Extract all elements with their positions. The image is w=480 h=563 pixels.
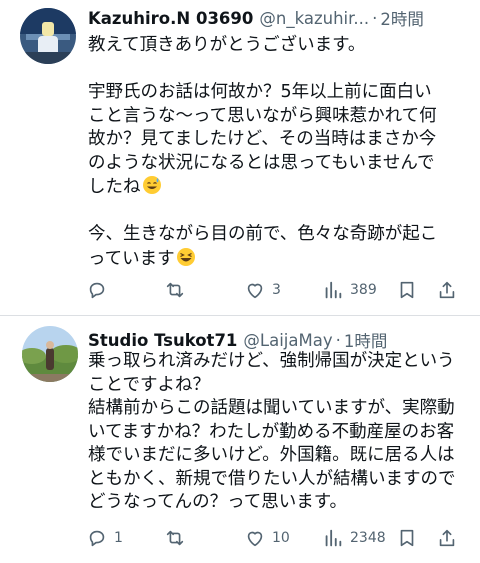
share-button[interactable] xyxy=(436,276,458,304)
like-button[interactable]: 3 xyxy=(244,276,281,304)
avatar[interactable] xyxy=(20,8,76,64)
tweet-text: 乗っ取られ済みだけど、強制帰国が決定という ことですよね？ 結構前からこの話題は… xyxy=(88,350,468,515)
text-line: 故か？見てましたけど、その当時はまさか今 xyxy=(88,129,437,149)
views-button[interactable]: 389 xyxy=(322,276,377,304)
retweet-button[interactable] xyxy=(164,524,192,552)
reply-count: 1 xyxy=(114,530,123,546)
like-button[interactable]: 10 xyxy=(244,524,290,552)
text-line: 結構前からこの話題は聞いていますが、実際動 xyxy=(88,398,455,418)
text-line: ともかく、新規で借りたい人が結構いますので xyxy=(88,468,456,489)
text-line: 乗っ取られ済みだけど、強制帰国が決定という xyxy=(88,351,455,371)
share-button[interactable] xyxy=(436,524,458,552)
reply-icon xyxy=(89,530,105,547)
bookmark-icon xyxy=(400,281,414,299)
separator-dot: · xyxy=(335,330,341,350)
avatar[interactable] xyxy=(22,326,78,382)
text-line: 宇野氏のお話は何故か？5年以上前に面白い xyxy=(88,82,432,102)
text-fragment: っています xyxy=(88,248,175,269)
share-icon xyxy=(439,529,455,547)
like-icon xyxy=(247,531,263,547)
view-count: 2348 xyxy=(350,530,386,546)
reply-button[interactable]: 1 xyxy=(86,524,123,552)
action-bar: 3 389 xyxy=(82,276,462,304)
like-count: 3 xyxy=(272,282,281,298)
retweet-icon xyxy=(166,530,184,546)
timestamp[interactable]: 2時間 xyxy=(380,6,424,30)
bookmark-icon xyxy=(400,529,414,547)
tweet-header: Kazuhiro.N 03690 @n_kazuhir... · 2時間 xyxy=(88,6,424,30)
retweet-button[interactable] xyxy=(164,276,192,304)
tweet-header: Studio Tsukot71 @LaijaMay · 1時間 xyxy=(88,328,387,352)
laughing-emoji xyxy=(176,247,195,266)
display-name[interactable]: Studio Tsukot71 xyxy=(88,331,237,350)
text-line-with-emoji: っています xyxy=(88,247,468,272)
text-line: 様でいまだに多いけど。外国籍。既に居る人は xyxy=(88,445,455,465)
views-icon xyxy=(325,529,342,547)
like-count: 10 xyxy=(272,530,290,546)
text-line: のような状況になるとは思ってもいませんで xyxy=(88,152,435,173)
tweet[interactable]: Kazuhiro.N 03690 @n_kazuhir... · 2時間 教えて… xyxy=(0,0,480,315)
tweet-text: 教えて頂きありがとうございます。 宇野氏のお話は何故か？5年以上前に面白い こと… xyxy=(88,34,468,271)
bookmark-button[interactable] xyxy=(396,524,418,552)
reply-button[interactable] xyxy=(86,276,114,304)
views-icon xyxy=(325,281,342,299)
display-name[interactable]: Kazuhiro.N 03690 xyxy=(88,9,253,28)
action-bar: 1 10 2348 xyxy=(82,524,462,552)
sweat-smile-emoji xyxy=(142,176,161,194)
bookmark-button[interactable] xyxy=(396,276,418,304)
text-line: ことですよね？ xyxy=(88,374,210,395)
like-icon xyxy=(247,283,263,299)
views-button[interactable]: 2348 xyxy=(322,524,386,552)
timestamp[interactable]: 1時間 xyxy=(344,328,388,352)
tweet[interactable]: Studio Tsukot71 @LaijaMay · 1時間 乗っ取られ済みだ… xyxy=(0,316,480,563)
share-icon xyxy=(439,281,455,299)
text-line: こと言うな〜って思いながら興味惹かれて何 xyxy=(88,105,437,126)
separator-dot: · xyxy=(372,8,378,28)
retweet-icon xyxy=(166,282,184,298)
view-count: 389 xyxy=(350,282,377,298)
text-line: どうなってんの？って思います。 xyxy=(88,492,347,512)
text-line: 今、生きながら目の前で、色々な奇跡が起こ xyxy=(88,224,438,244)
text-line: 教えて頂きありがとうございます。 xyxy=(88,35,366,55)
text-line-with-emoji: したね xyxy=(88,175,468,200)
text-fragment: したね xyxy=(88,177,141,197)
user-handle[interactable]: @LaijaMay xyxy=(243,331,332,350)
user-handle[interactable]: @n_kazuhir... xyxy=(259,9,369,28)
text-line: いてますかね？わたしが勤める不動産屋のお客 xyxy=(88,421,455,442)
reply-icon xyxy=(89,282,105,299)
